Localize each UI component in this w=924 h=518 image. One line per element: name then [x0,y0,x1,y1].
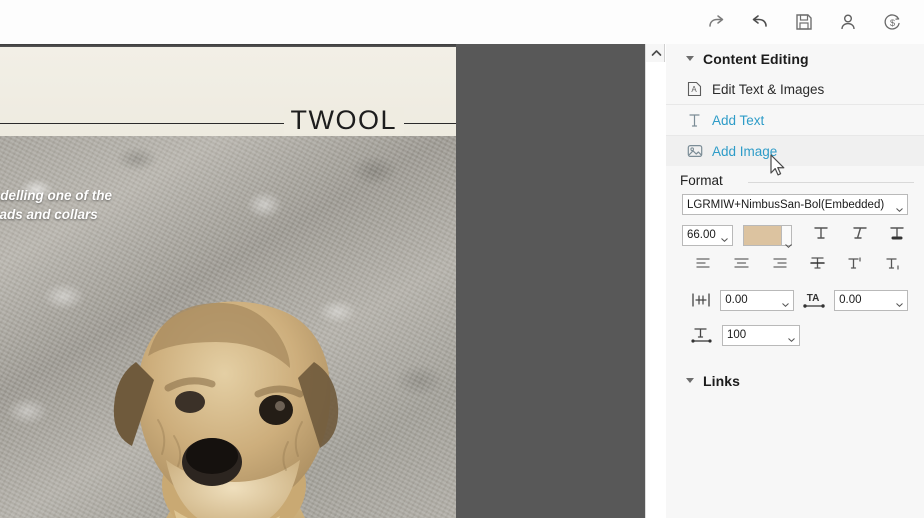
subscript-button[interactable] [882,254,904,276]
text-style-buttons [810,224,908,246]
line-spacing-row: 100 [682,324,908,346]
subscript-icon [885,255,902,276]
edit-text-images-icon: A [686,81,703,98]
horizontal-spacing-row: 0.00 TA 0.00 [682,289,908,311]
add-image-icon [686,143,703,160]
line-spacing-select[interactable]: 100 [722,324,800,346]
font-size-select[interactable]: 66.00 [682,224,734,246]
chevron-down-icon [788,333,795,342]
character-spacing-value: 0.00 [839,294,862,306]
align-right-button[interactable] [768,254,790,276]
align-left-icon [695,256,712,275]
text-italic-icon [850,224,868,247]
redo-button[interactable] [694,2,738,42]
chevron-down-icon [784,235,792,248]
align-left-button[interactable] [692,254,714,276]
format-legend: Format [678,173,728,188]
vertical-align-middle-button[interactable] [806,254,828,276]
scroll-up-arrow-button[interactable] [646,44,666,62]
undo-button[interactable] [738,2,782,42]
text-regular-icon [812,224,830,247]
purchase-button[interactable]: $ [870,2,914,42]
application-window: $ TWOOL odelling one of the eads and col… [0,0,924,518]
section-content-editing-header[interactable]: Content Editing [666,44,924,74]
alignment-buttons-row [682,254,908,276]
vertical-align-middle-icon [809,255,826,276]
menu-item-edit-text-images-label: Edit Text & Images [712,81,825,97]
dog-photo-subject [62,270,392,518]
account-icon [838,12,858,32]
font-color-dropdown-button[interactable] [781,224,792,248]
font-family-select[interactable]: LGRMIW+NimbusSan-Bol(Embedded) [682,194,908,215]
chevron-down-icon [721,233,728,242]
document-viewport[interactable]: TWOOL odelling one of the eads and colla… [0,44,645,518]
account-button[interactable] [826,2,870,42]
tools-panel: Content Editing A Edit Text & Images Add… [666,44,924,518]
document-scrollbar[interactable] [645,44,666,518]
font-color-swatch[interactable] [743,224,782,246]
character-spacing-select[interactable]: 0.00 [834,289,908,311]
svg-text:$: $ [889,18,894,28]
add-text-icon [686,112,703,129]
font-size-color-row: 66.00 [682,224,908,248]
superscript-icon [847,255,864,276]
photo-caption-line-2: eads and collars [0,207,98,222]
pdf-page[interactable]: TWOOL odelling one of the eads and colla… [0,47,456,518]
text-regular-button[interactable] [810,224,832,246]
text-bold-icon [888,224,906,247]
menu-item-add-text[interactable]: Add Text [666,105,924,135]
redo-icon [705,11,727,33]
photo-caption: odelling one of the eads and collars [0,186,192,224]
superscript-button[interactable] [844,254,866,276]
menu-item-add-image[interactable]: Add Image [666,136,924,166]
align-right-icon [771,256,788,275]
menu-item-add-text-label: Add Text [712,112,765,128]
format-group: Format LGRMIW+NimbusSan-Bol(Embedded) 66… [676,173,914,352]
format-rule [748,182,914,183]
page-header-band: TWOOL [0,47,456,136]
chevron-down-icon [686,378,694,383]
horizontal-scale-icon [690,289,712,311]
chevron-down-icon [782,298,789,307]
chevron-down-icon [686,56,694,61]
horizontal-scale-select[interactable]: 0.00 [720,289,795,311]
font-size-value: 66.00 [687,229,716,241]
align-center-icon [733,256,750,275]
top-toolbar: $ [0,0,924,44]
line-spacing-value: 100 [727,329,747,341]
section-content-editing-title: Content Editing [703,51,809,67]
menu-item-edit-text-images[interactable]: A Edit Text & Images [666,74,924,104]
scroll-up-arrow-icon [651,44,662,62]
chevron-down-icon [896,203,903,212]
save-icon [794,12,814,32]
scrollbar-track[interactable] [646,62,666,518]
line-spacing-icon [690,324,714,346]
brand-wordmark[interactable]: TWOOL [283,107,404,134]
purchase-icon: $ [882,12,903,33]
save-button[interactable] [782,2,826,42]
align-center-button[interactable] [730,254,752,276]
svg-text:TA: TA [807,293,820,304]
text-italic-button[interactable] [848,224,870,246]
section-links-header[interactable]: Links [666,366,924,396]
font-family-value: LGRMIW+NimbusSan-Bol(Embedded) [687,198,885,211]
photo-caption-line-1: odelling one of the [0,188,112,203]
stone-background-photo[interactable]: odelling one of the eads and collars [0,136,456,518]
text-bold-button[interactable] [886,224,908,246]
svg-text:A: A [691,85,697,94]
chevron-down-icon [896,298,903,307]
section-links-title: Links [703,373,741,389]
menu-item-add-image-label: Add Image [712,143,778,159]
horizontal-scale-value: 0.00 [725,294,748,306]
undo-icon [749,11,771,33]
character-spacing-icon: TA [802,289,826,311]
